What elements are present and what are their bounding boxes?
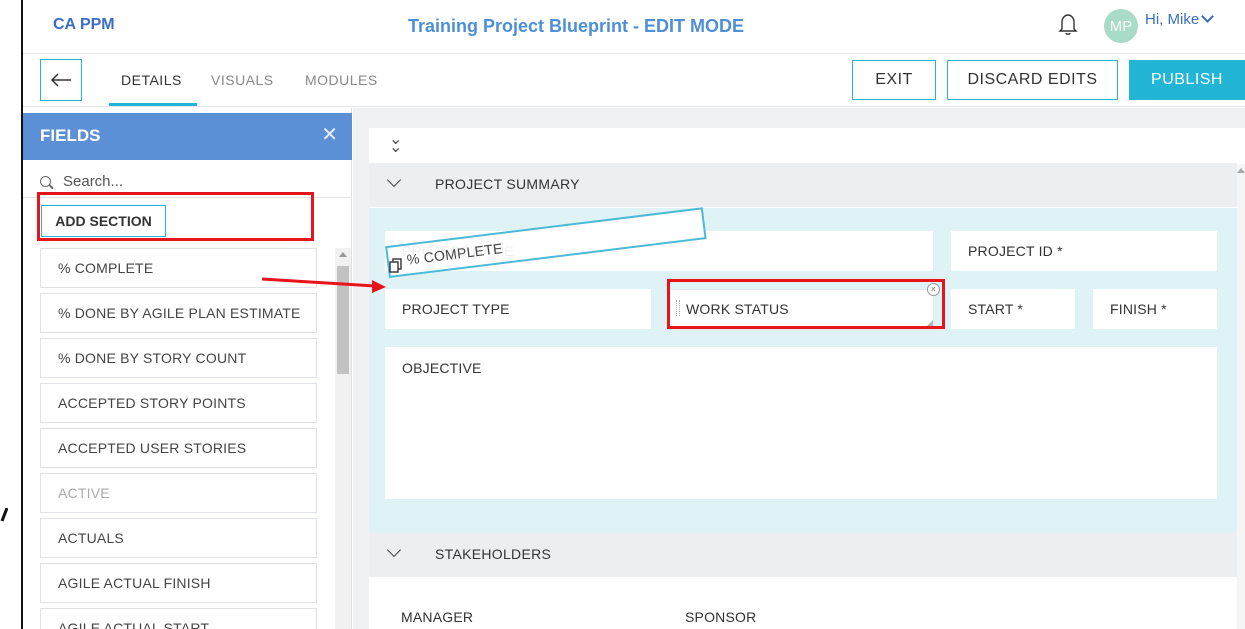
scrollbar-thumb[interactable] (337, 266, 349, 374)
highlight-work-status (667, 279, 945, 329)
list-item[interactable]: ACCEPTED USER STORIES (40, 428, 317, 468)
field-finish[interactable]: FINISH * (1093, 289, 1217, 329)
layout-canvas: ⌄⌄ PROJECT SUMMARY PROJECT NAME PROJECT … (353, 108, 1245, 629)
brand-logo[interactable]: CA PPM (53, 16, 115, 34)
close-icon[interactable]: ✕ (321, 122, 338, 147)
list-item[interactable]: % DONE BY STORY COUNT (40, 338, 317, 378)
field-start[interactable]: START * (951, 289, 1075, 329)
section-title: STAKEHOLDERS (435, 546, 552, 562)
tab-details[interactable]: DETAILS (121, 72, 182, 88)
fields-panel-header: FIELDS ✕ (23, 113, 352, 160)
frame-left-border (21, 0, 23, 629)
edge-mark (0, 508, 8, 522)
arrow-left-icon (50, 73, 71, 87)
tab-modules[interactable]: MODULES (305, 72, 378, 88)
active-tab-indicator (109, 103, 197, 106)
list-item: ACTIVE (40, 473, 317, 513)
list-item[interactable]: % COMPLETE (40, 248, 317, 288)
field-manager[interactable]: MANAGER (385, 605, 655, 629)
list-item[interactable]: ACCEPTED STORY POINTS (40, 383, 317, 423)
top-bar: CA PPM Training Project Blueprint - EDIT… (23, 0, 1245, 54)
copy-icon (389, 258, 402, 273)
avatar[interactable]: MP (1104, 9, 1138, 43)
canvas-scrollbar[interactable] (1237, 164, 1245, 629)
list-item[interactable]: ACTUALS (40, 518, 317, 558)
fields-panel-title: FIELDS (40, 126, 101, 145)
layout-card: ⌄⌄ PROJECT SUMMARY PROJECT NAME PROJECT … (369, 128, 1245, 629)
field-project-type[interactable]: PROJECT TYPE (385, 289, 651, 329)
list-item[interactable]: % DONE BY AGILE PLAN ESTIMATE (40, 293, 317, 333)
user-greeting: Hi, Mike (1145, 11, 1200, 28)
discard-edits-button[interactable]: DISCARD EDITS (947, 60, 1118, 100)
back-button[interactable] (40, 59, 82, 101)
field-objective[interactable]: OBJECTIVE (385, 347, 1217, 499)
chevron-down-icon[interactable] (386, 172, 402, 188)
search-input[interactable] (63, 170, 333, 192)
scroll-up-icon[interactable] (1237, 168, 1245, 173)
list-item[interactable]: AGILE ACTUAL FINISH (40, 563, 317, 603)
highlight-add-section (37, 192, 314, 241)
section-header-project-summary[interactable]: PROJECT SUMMARY (369, 163, 1237, 207)
bell-icon[interactable] (1058, 12, 1078, 36)
collapse-all-icon[interactable]: ⌄ ⌄ (389, 132, 402, 156)
field-list: % COMPLETE % DONE BY AGILE PLAN ESTIMATE… (40, 248, 317, 629)
section-title: PROJECT SUMMARY (435, 176, 580, 192)
chevron-down-icon (1201, 10, 1215, 23)
exit-button[interactable]: EXIT (852, 60, 936, 100)
field-list-scrollbar[interactable] (335, 248, 351, 629)
page-title: Training Project Blueprint - EDIT MODE (408, 16, 745, 36)
toolbar: DETAILS VISUALS MODULES EXIT DISCARD EDI… (23, 55, 1245, 107)
list-item[interactable]: AGILE ACTUAL START (40, 608, 317, 629)
tab-visuals[interactable]: VISUALS (211, 72, 274, 88)
dragging-field-label: % COMPLETE (405, 239, 504, 268)
user-menu[interactable]: Hi, Mike (1145, 10, 1215, 28)
search-icon (40, 176, 51, 187)
fields-panel: FIELDS ✕ ADD SECTION % COMPLETE % DONE B… (23, 108, 352, 629)
chevron-down-icon[interactable] (386, 542, 402, 558)
publish-button[interactable]: PUBLISH (1129, 60, 1245, 100)
field-project-id[interactable]: PROJECT ID * (951, 231, 1217, 271)
scroll-up-icon[interactable] (339, 252, 347, 257)
section-header-stakeholders[interactable]: STAKEHOLDERS (369, 533, 1237, 577)
field-sponsor[interactable]: SPONSOR (668, 605, 938, 629)
